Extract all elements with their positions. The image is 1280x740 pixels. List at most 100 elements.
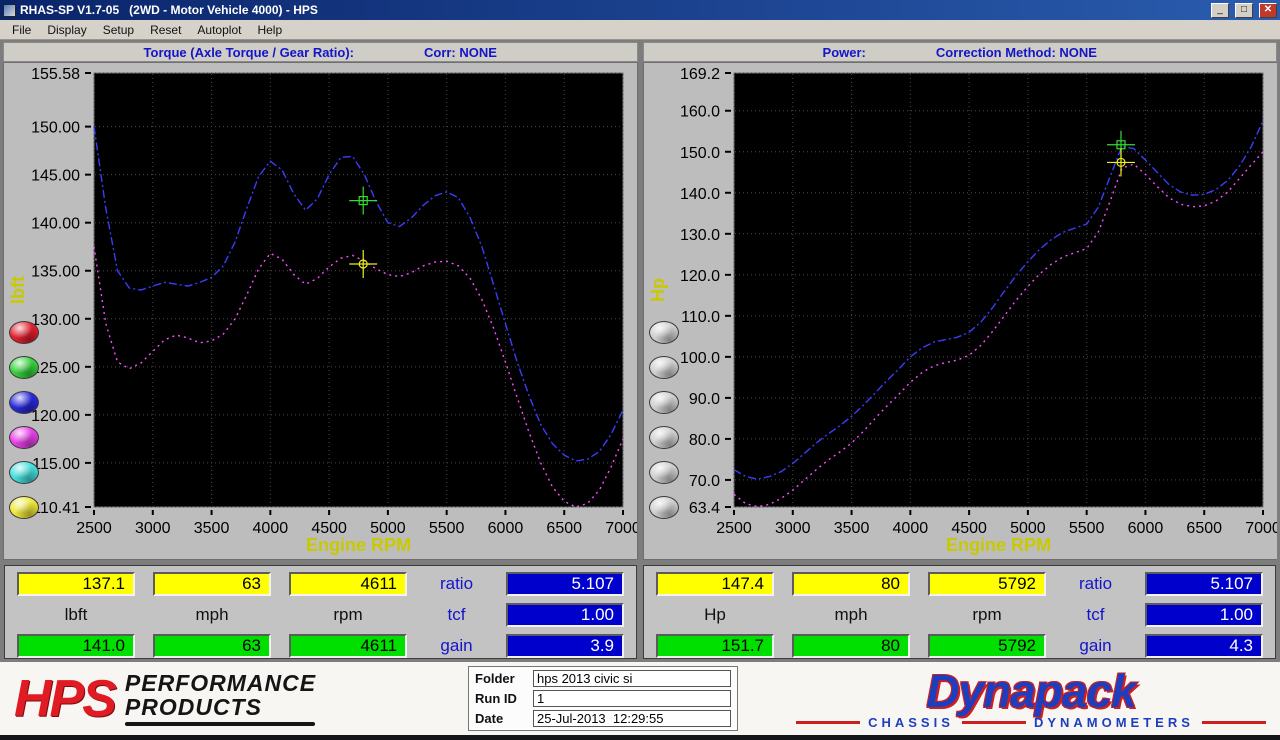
trace-button-red[interactable] [9, 321, 39, 344]
menu-reset[interactable]: Reset [142, 21, 189, 39]
svg-text:3000: 3000 [774, 520, 810, 537]
svg-text:5500: 5500 [429, 520, 465, 537]
torque-cursor-rpm-box: 4611 [289, 572, 407, 596]
power-tcf-label: tcf [1086, 605, 1105, 624]
torque-ratio-box: 5.107 [506, 572, 624, 596]
torque-unit-mph: mph [195, 605, 229, 624]
trace-button-gray-1[interactable] [648, 321, 679, 344]
torque-chart-plot[interactable]: 155.58150.00145.00140.00135.00130.00125.… [4, 63, 637, 559]
trace-button-gray-5[interactable] [648, 461, 679, 484]
power-unit-hp: Hp [704, 605, 726, 624]
trace-button-gray-4[interactable] [648, 426, 679, 449]
svg-text:150.00: 150.00 [31, 120, 80, 137]
power-cursor2-rpm-box: 5792 [928, 634, 1046, 658]
power-cursor2-value-box: 151.7 [656, 634, 774, 658]
svg-text:Hp: Hp [648, 278, 668, 302]
menu-autoplot[interactable]: Autoplot [189, 21, 249, 39]
svg-text:140.0: 140.0 [679, 186, 719, 203]
svg-text:lbft: lbft [8, 276, 28, 304]
trace-button-magenta[interactable] [9, 426, 39, 449]
readouts-area: 137.1 63 4611 ratio 5.107 lbft mph rpm t… [0, 562, 1280, 662]
hps-products-text: PRODUCTS [124, 694, 262, 720]
trace-button-gray-2[interactable] [648, 356, 679, 379]
menu-setup[interactable]: Setup [95, 21, 142, 39]
svg-text:155.58: 155.58 [31, 66, 80, 83]
svg-text:130.0: 130.0 [679, 227, 719, 244]
power-title: Power: [822, 44, 866, 60]
power-panel: Power: Correction Method: NONE 169.2 160.… [642, 42, 1277, 560]
menu-display[interactable]: Display [39, 21, 94, 39]
menu-bar: File Display Setup Reset Autoplot Help [0, 20, 1280, 40]
power-cursor-value-box: 147.4 [656, 572, 774, 596]
torque-gain-box: 3.9 [506, 634, 624, 658]
folder-input[interactable] [533, 670, 731, 687]
svg-text:160.0: 160.0 [679, 104, 719, 121]
power-trace-buttons [648, 321, 679, 519]
power-correction-label: Correction Method: NONE [935, 44, 1097, 60]
torque-gain-label: gain [440, 636, 473, 655]
torque-chart-body[interactable]: 155.58 150.00 145.00 140.00 135.00 130.00 125.… [3, 62, 638, 560]
date-input[interactable] [533, 710, 731, 727]
torque-title-row: Torque (Axle Torque / Gear Ratio): Corr:… [3, 42, 638, 62]
svg-text:110.41: 110.41 [32, 500, 80, 517]
date-row: Date [475, 710, 731, 727]
power-cursor-rpm-box: 5792 [928, 572, 1046, 596]
hps-logo-text: HPS [14, 669, 117, 728]
svg-text:135.00: 135.00 [31, 264, 80, 281]
svg-text:90.0: 90.0 [688, 391, 719, 408]
power-ratio-box: 5.107 [1145, 572, 1263, 596]
trace-button-gray-6[interactable] [648, 496, 679, 519]
power-unit-rpm: rpm [972, 605, 1002, 624]
date-label: Date [475, 711, 504, 726]
trace-button-gray-3[interactable] [648, 391, 679, 414]
svg-text:2500: 2500 [76, 520, 112, 537]
dynapack-line-right [1201, 720, 1266, 724]
power-gain-label: gain [1079, 636, 1112, 655]
minimize-button[interactable]: _ [1211, 2, 1229, 18]
svg-text:4000: 4000 [892, 520, 928, 537]
folder-row: Folder [475, 670, 731, 687]
power-tcf-box: 1.00 [1145, 603, 1263, 627]
hps-logo-subtext: PERFORMANCE PRODUCTS [124, 669, 317, 727]
trace-button-green[interactable] [9, 356, 39, 379]
trace-button-yellow[interactable] [9, 496, 39, 519]
svg-text:3500: 3500 [194, 520, 230, 537]
title-bar: RHAS-SP V1.7-05 (2WD - Motor Vehicle 400… [0, 0, 1280, 20]
power-chart-body[interactable]: 169.2 160.0 150.0 140.0 130.0 120.0 110.0 100.0… [642, 62, 1277, 560]
torque-cursor2-mph-box: 63 [153, 634, 271, 658]
torque-tcf-box: 1.00 [506, 603, 624, 627]
torque-cursor2-rpm-box: 4611 [289, 634, 407, 658]
trace-button-cyan[interactable] [9, 461, 39, 484]
power-chart-plot[interactable]: 169.2 160.0 150.0 140.0 130.0 120.0 110.0 100.0… [643, 63, 1277, 559]
svg-text:120.0: 120.0 [679, 268, 719, 285]
dynapack-chassis-text: CHASSIS [868, 714, 954, 730]
trace-button-blue[interactable] [9, 391, 39, 414]
app-icon [3, 3, 16, 17]
menu-file[interactable]: File [4, 21, 39, 39]
svg-text:169.2: 169.2 [679, 66, 719, 83]
svg-text:150.0: 150.0 [679, 145, 719, 162]
svg-text:3000: 3000 [135, 520, 171, 537]
svg-text:4000: 4000 [253, 520, 289, 537]
power-title-row: Power: Correction Method: NONE [642, 42, 1277, 62]
maximize-button[interactable]: □ [1235, 2, 1253, 18]
svg-text:5500: 5500 [1068, 520, 1104, 537]
torque-ratio-label: ratio [439, 574, 474, 593]
torque-cursor-mph-box: 63 [153, 572, 271, 596]
power-readout-panel: 147.4 80 5792 ratio 5.107 Hp mph rpm tcf… [643, 565, 1276, 659]
svg-text:6000: 6000 [1127, 520, 1163, 537]
torque-correction-label: Corr: NONE [423, 44, 497, 60]
hps-logo-bar [124, 722, 315, 727]
runid-input[interactable] [533, 690, 731, 707]
footer-bar: HPS PERFORMANCE PRODUCTS Folder Run ID D… [0, 662, 1280, 735]
hps-performance-text: PERFORMANCE [124, 669, 317, 696]
torque-tcf-label: tcf [447, 605, 466, 624]
svg-text:115.00: 115.00 [32, 456, 80, 473]
close-button[interactable]: ✕ [1259, 2, 1277, 18]
svg-text:7000: 7000 [1245, 520, 1277, 537]
menu-help[interactable]: Help [249, 21, 290, 39]
power-gain-box: 4.3 [1145, 634, 1263, 658]
power-ratio-label: ratio [1078, 574, 1113, 593]
torque-unit-rpm: rpm [333, 605, 363, 624]
torque-unit-lbft: lbft [64, 605, 88, 624]
